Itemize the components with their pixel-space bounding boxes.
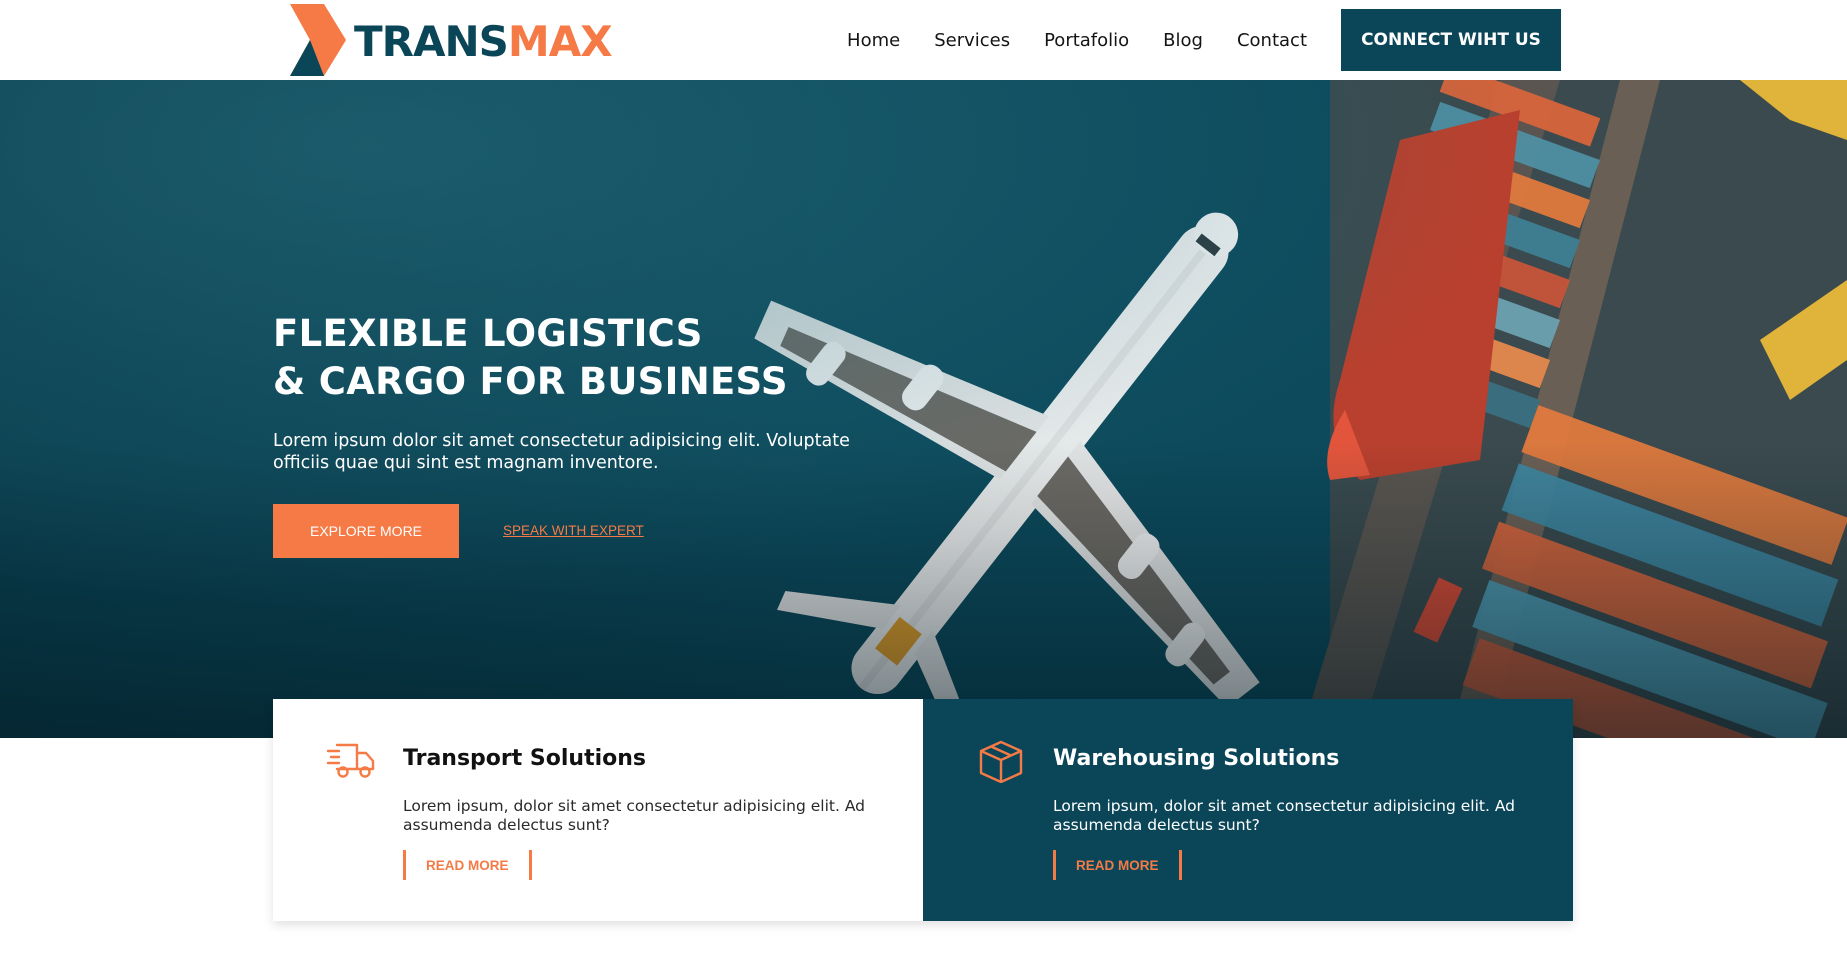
- explore-more-button[interactable]: EXPLORE MORE: [273, 504, 459, 558]
- delivery-truck-icon: [326, 743, 375, 778]
- hero-title: FLEXIBLE LOGISTICS & CARGO FOR BUSINESS: [273, 310, 993, 406]
- service-card-transport: Transport Solutions Lorem ipsum, dolor s…: [273, 699, 923, 921]
- nav-item-contact[interactable]: Contact: [1237, 30, 1307, 51]
- nav-item-services[interactable]: Services: [934, 30, 1010, 51]
- service-card-warehousing: Warehousing Solutions Lorem ipsum, dolor…: [923, 699, 1573, 921]
- brand-name-part2: MAX: [507, 17, 613, 66]
- speak-with-expert-link[interactable]: SPEAK WITH EXPERT: [503, 523, 644, 538]
- service-desc-warehousing: Lorem ipsum, dolor sit amet consectetur …: [1053, 797, 1515, 834]
- nav-item-portafolio[interactable]: Portafolio: [1044, 30, 1129, 51]
- brand-name: TRANSMAX: [354, 21, 613, 63]
- service-cards: Transport Solutions Lorem ipsum, dolor s…: [273, 699, 1573, 921]
- brand-logo[interactable]: TRANSMAX: [284, 0, 613, 80]
- package-box-icon: [979, 740, 1023, 783]
- hero-title-line2: & CARGO FOR BUSINESS: [273, 360, 788, 403]
- service-desc-transport: Lorem ipsum, dolor sit amet consectetur …: [403, 797, 865, 834]
- service-title-warehousing: Warehousing Solutions: [1053, 746, 1340, 771]
- nav-item-blog[interactable]: Blog: [1163, 30, 1203, 51]
- hero-description: Lorem ipsum dolor sit amet consectetur a…: [273, 431, 850, 473]
- main-nav: Home Services Portafolio Blog Contact CO…: [847, 0, 1847, 80]
- hero-overlay: [0, 80, 1847, 738]
- hero-title-line1: FLEXIBLE LOGISTICS: [273, 312, 703, 355]
- connect-button[interactable]: CONNECT WIHT US: [1341, 9, 1561, 71]
- read-more-warehousing-link[interactable]: READ MORE: [1053, 850, 1182, 880]
- read-more-transport-link[interactable]: READ MORE: [403, 850, 532, 880]
- nav-item-home[interactable]: Home: [847, 30, 900, 51]
- transmax-logo-mark-icon: [290, 4, 346, 76]
- service-title-transport: Transport Solutions: [403, 746, 647, 771]
- hero-section: FLEXIBLE LOGISTICS & CARGO FOR BUSINESS …: [0, 80, 1847, 738]
- site-header: TRANSMAX Home Services Portafolio Blog C…: [0, 0, 1847, 80]
- brand-name-part1: TRANS: [354, 17, 509, 66]
